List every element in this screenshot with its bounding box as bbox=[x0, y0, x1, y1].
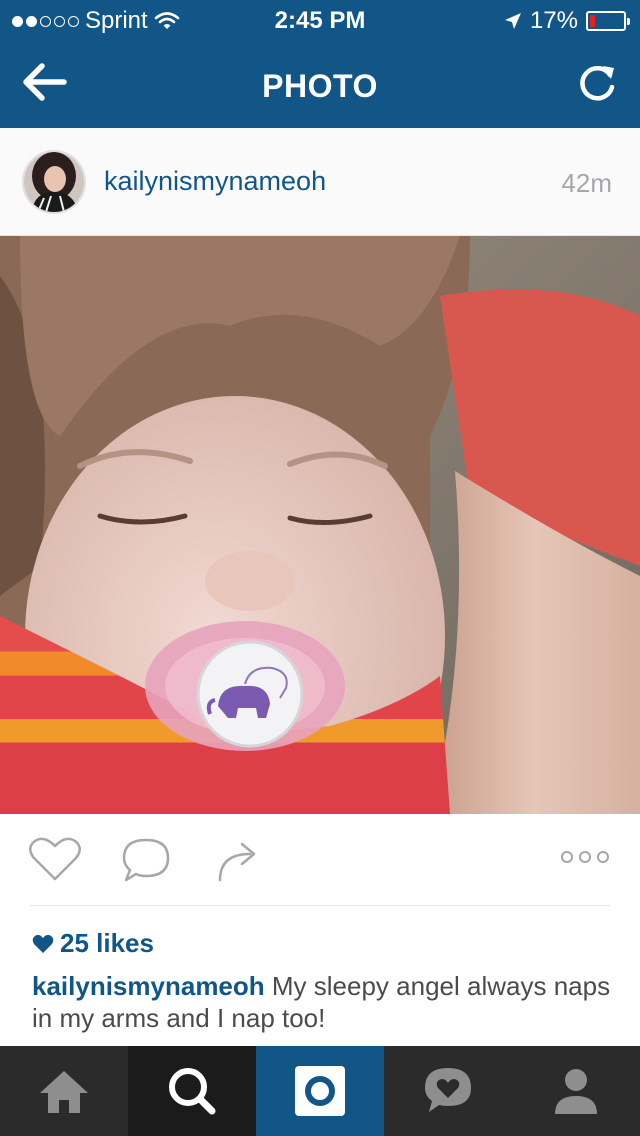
post-username[interactable]: kailynismynameoh bbox=[104, 166, 326, 197]
battery-icon bbox=[586, 11, 630, 31]
heart-filled-icon bbox=[32, 934, 54, 953]
post-caption: kailynismynameoh My sleepy angel always … bbox=[32, 970, 622, 1034]
tab-search[interactable] bbox=[128, 1046, 256, 1136]
share-arrow-icon[interactable] bbox=[214, 836, 262, 884]
tab-bar bbox=[0, 1046, 640, 1136]
activity-heart-icon bbox=[425, 1068, 471, 1112]
caption-username[interactable]: kailynismynameoh bbox=[32, 971, 265, 1001]
actions-divider bbox=[30, 905, 610, 906]
top-bar: Sprint 2:45 PM 17% PHOTO bbox=[0, 0, 640, 128]
battery-level-fill bbox=[590, 15, 595, 27]
post-photo[interactable] bbox=[0, 236, 640, 814]
location-arrow-icon bbox=[504, 13, 521, 29]
tab-profile[interactable] bbox=[512, 1046, 640, 1136]
camera-icon bbox=[295, 1066, 345, 1116]
post-header: kailynismynameoh 42m bbox=[0, 128, 640, 236]
tab-activity[interactable] bbox=[384, 1046, 512, 1136]
more-dots-icon[interactable] bbox=[560, 850, 610, 864]
refresh-icon[interactable] bbox=[574, 60, 620, 106]
comment-icon[interactable] bbox=[120, 836, 172, 884]
status-bar: Sprint 2:45 PM 17% bbox=[0, 0, 640, 40]
likes-count[interactable]: 25 likes bbox=[32, 928, 154, 959]
heart-outline-icon[interactable] bbox=[28, 836, 82, 882]
avatar[interactable] bbox=[22, 150, 86, 214]
search-icon bbox=[169, 1068, 216, 1115]
tab-camera[interactable] bbox=[256, 1046, 384, 1136]
post-actions bbox=[0, 814, 640, 906]
profile-icon bbox=[555, 1069, 597, 1114]
page-title: PHOTO bbox=[262, 68, 378, 104]
tab-home[interactable] bbox=[0, 1046, 128, 1136]
battery-percent: 17% bbox=[529, 7, 578, 34]
home-icon bbox=[40, 1071, 88, 1113]
status-right: 17% bbox=[504, 7, 630, 35]
post-time-ago: 42m bbox=[561, 168, 612, 198]
likes-label: 25 likes bbox=[60, 928, 154, 958]
nav-bar: PHOTO bbox=[0, 40, 640, 128]
